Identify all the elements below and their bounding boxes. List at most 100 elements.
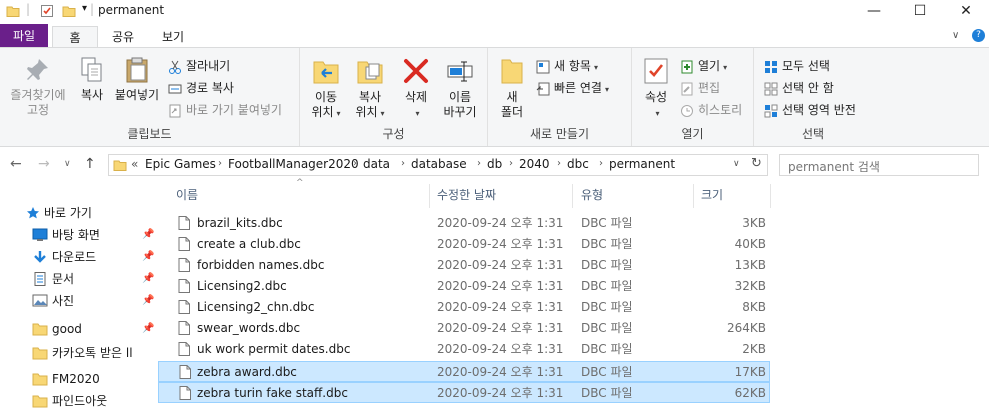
breadcrumb-chevron-icon[interactable]: › [353, 158, 357, 169]
column-divider[interactable] [429, 184, 430, 208]
column-header-size[interactable]: 크기 [701, 182, 723, 208]
tab-view[interactable]: 보기 [150, 26, 196, 48]
properties-icon[interactable] [40, 4, 54, 21]
nav-item-desktop[interactable]: 바탕 화면 📌 [0, 224, 158, 246]
breadcrumb-item[interactable]: db [487, 157, 502, 171]
refresh-icon[interactable]: ↻ [751, 156, 762, 171]
properties-button[interactable]: 속성 ▾ [638, 56, 674, 121]
new-folder-icon[interactable] [62, 4, 76, 21]
column-header-modified[interactable]: 수정한 날짜 [437, 182, 496, 208]
breadcrumb-overflow[interactable]: « [131, 157, 138, 171]
folder-icon[interactable] [6, 4, 20, 21]
open-button[interactable]: 열기 ▾ [680, 56, 727, 76]
paste-button[interactable]: 붙여넣기 [112, 56, 162, 103]
search-box[interactable]: permanent 검색 [779, 154, 979, 176]
download-icon [34, 251, 46, 263]
close-button[interactable]: ✕ [943, 0, 989, 24]
file-row[interactable]: swear_words.dbc 2020-09-24 오후 1:31 DBC 파… [158, 318, 770, 339]
back-icon[interactable]: ← [10, 156, 22, 172]
up-icon[interactable]: ↑ [84, 156, 96, 172]
breadcrumb-chevron-icon[interactable]: › [218, 158, 222, 169]
forward-icon[interactable]: → [38, 156, 50, 172]
copy-to-button[interactable]: 복사 위치 ▾ [350, 56, 390, 121]
rename-button[interactable]: 이름 바꾸기 [440, 56, 480, 120]
tab-file[interactable]: 파일 [0, 24, 48, 48]
file-type: DBC 파일 [581, 321, 633, 335]
file-row[interactable]: create a club.dbc 2020-09-24 오후 1:31 DBC… [158, 234, 770, 255]
file-name: forbidden names.dbc [197, 258, 325, 272]
paste-shortcut-button[interactable]: 바로 가기 붙여넣기 [168, 100, 282, 120]
nav-item-findout[interactable]: 파인드아웃 [0, 390, 158, 412]
minimize-ribbon-icon[interactable]: ∨ [952, 30, 959, 41]
edit-button[interactable]: 편집 [680, 78, 720, 98]
nav-item-quick-access[interactable]: 바로 가기 [0, 202, 158, 224]
file-row[interactable]: forbidden names.dbc 2020-09-24 오후 1:31 D… [158, 255, 770, 276]
address-history-icon[interactable]: ∨ [733, 159, 740, 169]
nav-item-fm2020[interactable]: FM2020 [0, 368, 158, 390]
select-all-button[interactable]: 모두 선택 [764, 56, 830, 76]
new-item-button[interactable]: 새 항목 ▾ [536, 56, 598, 76]
file-row[interactable]: Licensing2.dbc 2020-09-24 오후 1:31 DBC 파일… [158, 276, 770, 297]
easy-access-button[interactable]: 빠른 연결 ▾ [536, 78, 609, 98]
move-to-button[interactable]: 이동 위치 ▾ [308, 56, 344, 121]
file-row-selected[interactable]: zebra award.dbc 2020-09-24 오후 1:31 DBC 파… [158, 361, 770, 382]
breadcrumb-item[interactable]: FootballManager2020 [228, 157, 359, 171]
nav-item-documents[interactable]: 문서 📌 [0, 268, 158, 290]
copy-path-button[interactable]: 경로 복사 [168, 78, 234, 98]
file-row[interactable]: brazil_kits.dbc 2020-09-24 오후 1:31 DBC 파… [158, 213, 770, 234]
file-row[interactable]: uk work permit dates.dbc 2020-09-24 오후 1… [158, 339, 770, 360]
file-type: DBC 파일 [581, 342, 633, 356]
invert-selection-button[interactable]: 선택 영역 반전 [764, 100, 856, 120]
pin-quick-access-button[interactable]: 즐겨찾기에 고정 [4, 56, 72, 118]
help-icon[interactable]: ? [972, 29, 985, 42]
nav-item-good[interactable]: good 📌 [0, 318, 158, 340]
nav-item-kakaotalk[interactable]: 카카오톡 받은 ll [0, 342, 158, 364]
navigation-pane: 바로 가기 바탕 화면 📌 다운로드 📌 문서 📌 사진 📌 good 📌 카카… [0, 182, 158, 412]
breadcrumb-item[interactable]: 2040 [519, 157, 550, 171]
recent-locations-icon[interactable]: ∨ [64, 159, 71, 169]
breadcrumb-item-current[interactable]: permanent [609, 157, 675, 171]
minimize-button[interactable]: — [851, 0, 897, 24]
column-divider[interactable] [572, 184, 573, 208]
file-name: zebra turin fake staff.dbc [197, 386, 348, 400]
breadcrumb-chevron-icon[interactable]: › [599, 158, 603, 169]
column-header-type[interactable]: 유형 [581, 182, 603, 208]
new-folder-button[interactable]: 새 폴더 [496, 56, 528, 120]
history-button[interactable]: 히스토리 [680, 100, 742, 120]
address-bar[interactable]: « Epic Games › FootballManager2020 › dat… [108, 154, 768, 176]
organize-group-label: 구성 [382, 127, 405, 141]
file-row[interactable]: Licensing2_chn.dbc 2020-09-24 오후 1:31 DB… [158, 297, 770, 318]
select-all-label: 모두 선택 [782, 59, 830, 73]
nav-item-pictures[interactable]: 사진 📌 [0, 290, 158, 312]
select-none-button[interactable]: 선택 안 함 [764, 78, 834, 98]
breadcrumb-item[interactable]: data [363, 157, 390, 171]
maximize-button[interactable]: ☐ [897, 0, 943, 24]
breadcrumb-chevron-icon[interactable]: › [477, 158, 481, 169]
clipboard-group: 즐겨찾기에 고정 복사 붙여넣기 잘라내기 경로 복사 바로 가기 붙여넣기 클… [0, 48, 300, 146]
breadcrumb-chevron-icon[interactable]: › [509, 158, 513, 169]
delete-button[interactable]: 삭제 ▾ [398, 56, 434, 121]
breadcrumb-chevron-icon[interactable]: › [401, 158, 405, 169]
rename-label-1: 이름 [448, 90, 472, 104]
cut-button[interactable]: 잘라내기 [168, 56, 230, 76]
search-input[interactable]: permanent 검색 [788, 158, 880, 175]
file-row-selected[interactable]: zebra turin fake staff.dbc 2020-09-24 오후… [158, 382, 770, 403]
copy-button[interactable]: 복사 [74, 56, 110, 103]
column-header-name[interactable]: 이름 [176, 182, 198, 208]
nav-item-downloads[interactable]: 다운로드 📌 [0, 246, 158, 268]
organize-group: 이동 위치 ▾ 복사 위치 ▾ 삭제 ▾ 이름 바꾸기 구성 [300, 48, 488, 146]
breadcrumb-chevron-icon[interactable]: › [557, 158, 561, 169]
tab-share[interactable]: 공유 [100, 26, 146, 48]
edit-label: 편집 [698, 81, 721, 95]
document-icon [34, 272, 46, 286]
tab-home[interactable]: 홈 [52, 26, 98, 49]
breadcrumb-item[interactable]: dbc [567, 157, 589, 171]
breadcrumb-item[interactable]: Epic Games [145, 157, 216, 171]
customize-quick-access-icon[interactable]: ▾ [82, 3, 87, 14]
file-name: create a club.dbc [197, 237, 301, 251]
column-divider[interactable] [693, 184, 694, 208]
file-modified: 2020-09-24 오후 1:31 [437, 386, 564, 400]
column-divider[interactable] [770, 184, 771, 208]
invert-selection-icon [764, 104, 778, 117]
breadcrumb-item[interactable]: database [411, 157, 467, 171]
